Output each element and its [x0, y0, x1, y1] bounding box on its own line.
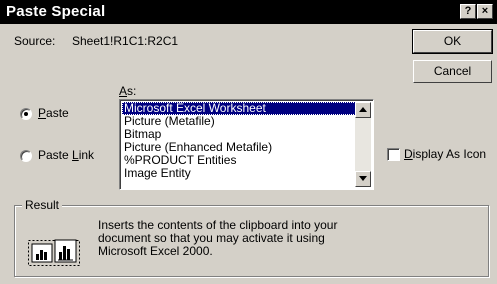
- as-accel: A: [119, 84, 128, 98]
- scroll-up-button[interactable]: [355, 102, 371, 118]
- paste-link-radio-label[interactable]: Paste Link: [38, 148, 94, 162]
- down-arrow-icon: [359, 176, 367, 181]
- paste-radio-label[interactable]: Paste: [38, 106, 69, 120]
- title-bar[interactable]: Paste Special ? ×: [0, 0, 497, 24]
- list-scrollbar[interactable]: [355, 102, 371, 187]
- paste-radio[interactable]: [20, 108, 32, 120]
- paste-result-icon: [28, 239, 80, 266]
- paste-link-accel: L: [72, 148, 79, 162]
- as-rest: s:: [127, 84, 137, 98]
- paste-special-dialog: Paste Special ? × Source: Sheet1!R1C1:R2…: [0, 0, 497, 284]
- up-arrow-icon: [359, 107, 367, 112]
- as-format-listbox[interactable]: Microsoft Excel Worksheet Picture (Metaf…: [119, 99, 374, 190]
- paste-link-radio[interactable]: [20, 150, 32, 162]
- paste-accel: P: [38, 106, 47, 120]
- ok-button[interactable]: OK: [412, 29, 493, 54]
- result-legend: Result: [22, 198, 63, 212]
- dialog-title: Paste Special: [6, 3, 106, 20]
- display-as-icon-checkbox[interactable]: [387, 148, 400, 161]
- source-value: Sheet1!R1C1:R2C1: [72, 34, 179, 48]
- display-as-icon-label[interactable]: Display As Icon: [404, 147, 486, 161]
- paste-link-rest: ink: [78, 148, 95, 162]
- format-list: Microsoft Excel Worksheet Picture (Metaf…: [122, 102, 356, 180]
- result-description: Inserts the contents of the clipboard in…: [98, 218, 338, 258]
- as-label: As:: [119, 84, 136, 98]
- scroll-down-button[interactable]: [355, 171, 371, 187]
- display-accel: D: [404, 147, 413, 161]
- paste-rest: aste: [46, 106, 69, 120]
- list-item[interactable]: Image Entity: [122, 167, 356, 180]
- paste-link-before: Paste: [38, 148, 73, 162]
- help-button[interactable]: ?: [460, 4, 476, 19]
- source-label: Source:: [14, 34, 56, 48]
- close-button[interactable]: ×: [477, 4, 493, 19]
- display-rest: isplay As Icon: [412, 147, 487, 161]
- cancel-button[interactable]: Cancel: [413, 60, 492, 83]
